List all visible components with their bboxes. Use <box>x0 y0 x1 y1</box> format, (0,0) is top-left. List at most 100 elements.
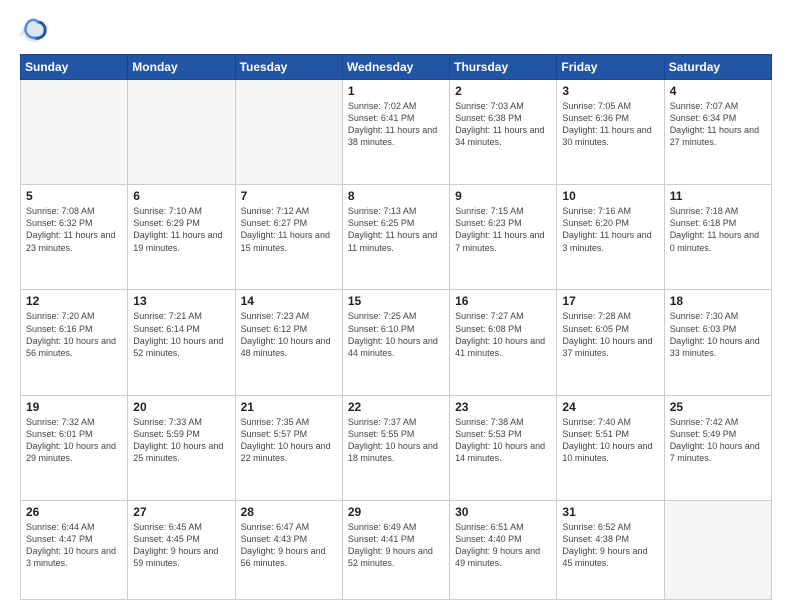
weekday-header-saturday: Saturday <box>664 55 771 80</box>
day-number: 30 <box>455 505 551 519</box>
weekday-header-row: SundayMondayTuesdayWednesdayThursdayFrid… <box>21 55 772 80</box>
day-number: 29 <box>348 505 444 519</box>
day-info: Sunrise: 7:10 AMSunset: 6:29 PMDaylight:… <box>133 205 229 254</box>
calendar-cell: 11 Sunrise: 7:18 AMSunset: 6:18 PMDayligh… <box>664 185 771 290</box>
day-number: 8 <box>348 189 444 203</box>
calendar-cell: 6 Sunrise: 7:10 AMSunset: 6:29 PMDaylight… <box>128 185 235 290</box>
day-number: 16 <box>455 294 551 308</box>
calendar-cell: 18 Sunrise: 7:30 AMSunset: 6:03 PMDayligh… <box>664 290 771 395</box>
day-number: 10 <box>562 189 658 203</box>
calendar-cell: 28 Sunrise: 6:47 AMSunset: 4:43 PMDayligh… <box>235 500 342 599</box>
calendar-cell: 8 Sunrise: 7:13 AMSunset: 6:25 PMDaylight… <box>342 185 449 290</box>
day-info: Sunrise: 7:35 AMSunset: 5:57 PMDaylight:… <box>241 416 337 465</box>
calendar-cell: 16 Sunrise: 7:27 AMSunset: 6:08 PMDayligh… <box>450 290 557 395</box>
day-info: Sunrise: 7:38 AMSunset: 5:53 PMDaylight:… <box>455 416 551 465</box>
calendar-cell: 4 Sunrise: 7:07 AMSunset: 6:34 PMDaylight… <box>664 80 771 185</box>
day-number: 5 <box>26 189 122 203</box>
day-info: Sunrise: 7:12 AMSunset: 6:27 PMDaylight:… <box>241 205 337 254</box>
day-info: Sunrise: 7:15 AMSunset: 6:23 PMDaylight:… <box>455 205 551 254</box>
day-info: Sunrise: 7:40 AMSunset: 5:51 PMDaylight:… <box>562 416 658 465</box>
day-info: Sunrise: 6:47 AMSunset: 4:43 PMDaylight:… <box>241 521 337 570</box>
day-number: 21 <box>241 400 337 414</box>
day-number: 9 <box>455 189 551 203</box>
day-number: 6 <box>133 189 229 203</box>
calendar-cell: 29 Sunrise: 6:49 AMSunset: 4:41 PMDayligh… <box>342 500 449 599</box>
day-number: 18 <box>670 294 766 308</box>
calendar-cell <box>235 80 342 185</box>
day-info: Sunrise: 6:52 AMSunset: 4:38 PMDaylight:… <box>562 521 658 570</box>
calendar-cell: 17 Sunrise: 7:28 AMSunset: 6:05 PMDayligh… <box>557 290 664 395</box>
day-info: Sunrise: 7:27 AMSunset: 6:08 PMDaylight:… <box>455 310 551 359</box>
weekday-header-monday: Monday <box>128 55 235 80</box>
calendar-cell: 7 Sunrise: 7:12 AMSunset: 6:27 PMDaylight… <box>235 185 342 290</box>
calendar-cell: 26 Sunrise: 6:44 AMSunset: 4:47 PMDayligh… <box>21 500 128 599</box>
day-number: 23 <box>455 400 551 414</box>
day-number: 14 <box>241 294 337 308</box>
week-row-2: 5 Sunrise: 7:08 AMSunset: 6:32 PMDaylight… <box>21 185 772 290</box>
day-info: Sunrise: 6:44 AMSunset: 4:47 PMDaylight:… <box>26 521 122 570</box>
day-info: Sunrise: 7:05 AMSunset: 6:36 PMDaylight:… <box>562 100 658 149</box>
calendar-table: SundayMondayTuesdayWednesdayThursdayFrid… <box>20 54 772 600</box>
logo <box>20 16 52 44</box>
day-number: 17 <box>562 294 658 308</box>
day-number: 1 <box>348 84 444 98</box>
weekday-header-friday: Friday <box>557 55 664 80</box>
day-info: Sunrise: 7:20 AMSunset: 6:16 PMDaylight:… <box>26 310 122 359</box>
header <box>20 16 772 44</box>
week-row-4: 19Sunrise: 7:32 AMSunset: 6:01 PMDayligh… <box>21 395 772 500</box>
day-info: Sunrise: 7:13 AMSunset: 6:25 PMDaylight:… <box>348 205 444 254</box>
day-info: Sunrise: 7:03 AMSunset: 6:38 PMDaylight:… <box>455 100 551 149</box>
day-number: 12 <box>26 294 122 308</box>
day-info: Sunrise: 7:25 AMSunset: 6:10 PMDaylight:… <box>348 310 444 359</box>
calendar-cell: 21 Sunrise: 7:35 AMSunset: 5:57 PMDayligh… <box>235 395 342 500</box>
day-info: Sunrise: 7:18 AMSunset: 6:18 PMDaylight:… <box>670 205 766 254</box>
day-info: Sunrise: 7:16 AMSunset: 6:20 PMDaylight:… <box>562 205 658 254</box>
day-info: Sunrise: 7:21 AMSunset: 6:14 PMDaylight:… <box>133 310 229 359</box>
day-number: 4 <box>670 84 766 98</box>
calendar-cell: 24 Sunrise: 7:40 AMSunset: 5:51 PMDayligh… <box>557 395 664 500</box>
calendar-cell: 5 Sunrise: 7:08 AMSunset: 6:32 PMDaylight… <box>21 185 128 290</box>
weekday-header-wednesday: Wednesday <box>342 55 449 80</box>
page: SundayMondayTuesdayWednesdayThursdayFrid… <box>0 0 792 612</box>
calendar-cell: 2 Sunrise: 7:03 AMSunset: 6:38 PMDaylight… <box>450 80 557 185</box>
day-number: 31 <box>562 505 658 519</box>
day-info: Sunrise: 7:28 AMSunset: 6:05 PMDaylight:… <box>562 310 658 359</box>
day-number: 13 <box>133 294 229 308</box>
day-number: 25 <box>670 400 766 414</box>
calendar-cell: 27Sunrise: 6:45 AMSunset: 4:45 PMDayligh… <box>128 500 235 599</box>
day-info: Sunrise: 7:37 AMSunset: 5:55 PMDaylight:… <box>348 416 444 465</box>
weekday-header-tuesday: Tuesday <box>235 55 342 80</box>
day-number: 24 <box>562 400 658 414</box>
day-info: Sunrise: 6:51 AMSunset: 4:40 PMDaylight:… <box>455 521 551 570</box>
day-number: 7 <box>241 189 337 203</box>
calendar-cell: 25Sunrise: 7:42 AMSunset: 5:49 PMDayligh… <box>664 395 771 500</box>
day-number: 15 <box>348 294 444 308</box>
day-number: 26 <box>26 505 122 519</box>
calendar-cell: 20 Sunrise: 7:33 AMSunset: 5:59 PMDayligh… <box>128 395 235 500</box>
calendar-cell <box>128 80 235 185</box>
day-number: 11 <box>670 189 766 203</box>
calendar-cell <box>21 80 128 185</box>
day-info: Sunrise: 6:49 AMSunset: 4:41 PMDaylight:… <box>348 521 444 570</box>
day-info: Sunrise: 7:32 AMSunset: 6:01 PMDaylight:… <box>26 416 122 465</box>
calendar-cell: 1Sunrise: 7:02 AMSunset: 6:41 PMDaylight… <box>342 80 449 185</box>
day-info: Sunrise: 7:30 AMSunset: 6:03 PMDaylight:… <box>670 310 766 359</box>
day-number: 22 <box>348 400 444 414</box>
calendar-cell: 19Sunrise: 7:32 AMSunset: 6:01 PMDayligh… <box>21 395 128 500</box>
day-number: 2 <box>455 84 551 98</box>
day-number: 3 <box>562 84 658 98</box>
logo-icon <box>20 16 48 44</box>
day-number: 28 <box>241 505 337 519</box>
day-info: Sunrise: 7:07 AMSunset: 6:34 PMDaylight:… <box>670 100 766 149</box>
calendar-cell: 10 Sunrise: 7:16 AMSunset: 6:20 PMDayligh… <box>557 185 664 290</box>
calendar-cell: 22 Sunrise: 7:37 AMSunset: 5:55 PMDayligh… <box>342 395 449 500</box>
week-row-5: 26 Sunrise: 6:44 AMSunset: 4:47 PMDayligh… <box>21 500 772 599</box>
calendar-cell: 12 Sunrise: 7:20 AMSunset: 6:16 PMDayligh… <box>21 290 128 395</box>
day-info: Sunrise: 7:33 AMSunset: 5:59 PMDaylight:… <box>133 416 229 465</box>
calendar-cell: 14Sunrise: 7:23 AMSunset: 6:12 PMDayligh… <box>235 290 342 395</box>
week-row-3: 12 Sunrise: 7:20 AMSunset: 6:16 PMDayligh… <box>21 290 772 395</box>
day-info: Sunrise: 7:08 AMSunset: 6:32 PMDaylight:… <box>26 205 122 254</box>
day-number: 20 <box>133 400 229 414</box>
calendar-cell: 23 Sunrise: 7:38 AMSunset: 5:53 PMDayligh… <box>450 395 557 500</box>
calendar-cell: 9 Sunrise: 7:15 AMSunset: 6:23 PMDaylight… <box>450 185 557 290</box>
